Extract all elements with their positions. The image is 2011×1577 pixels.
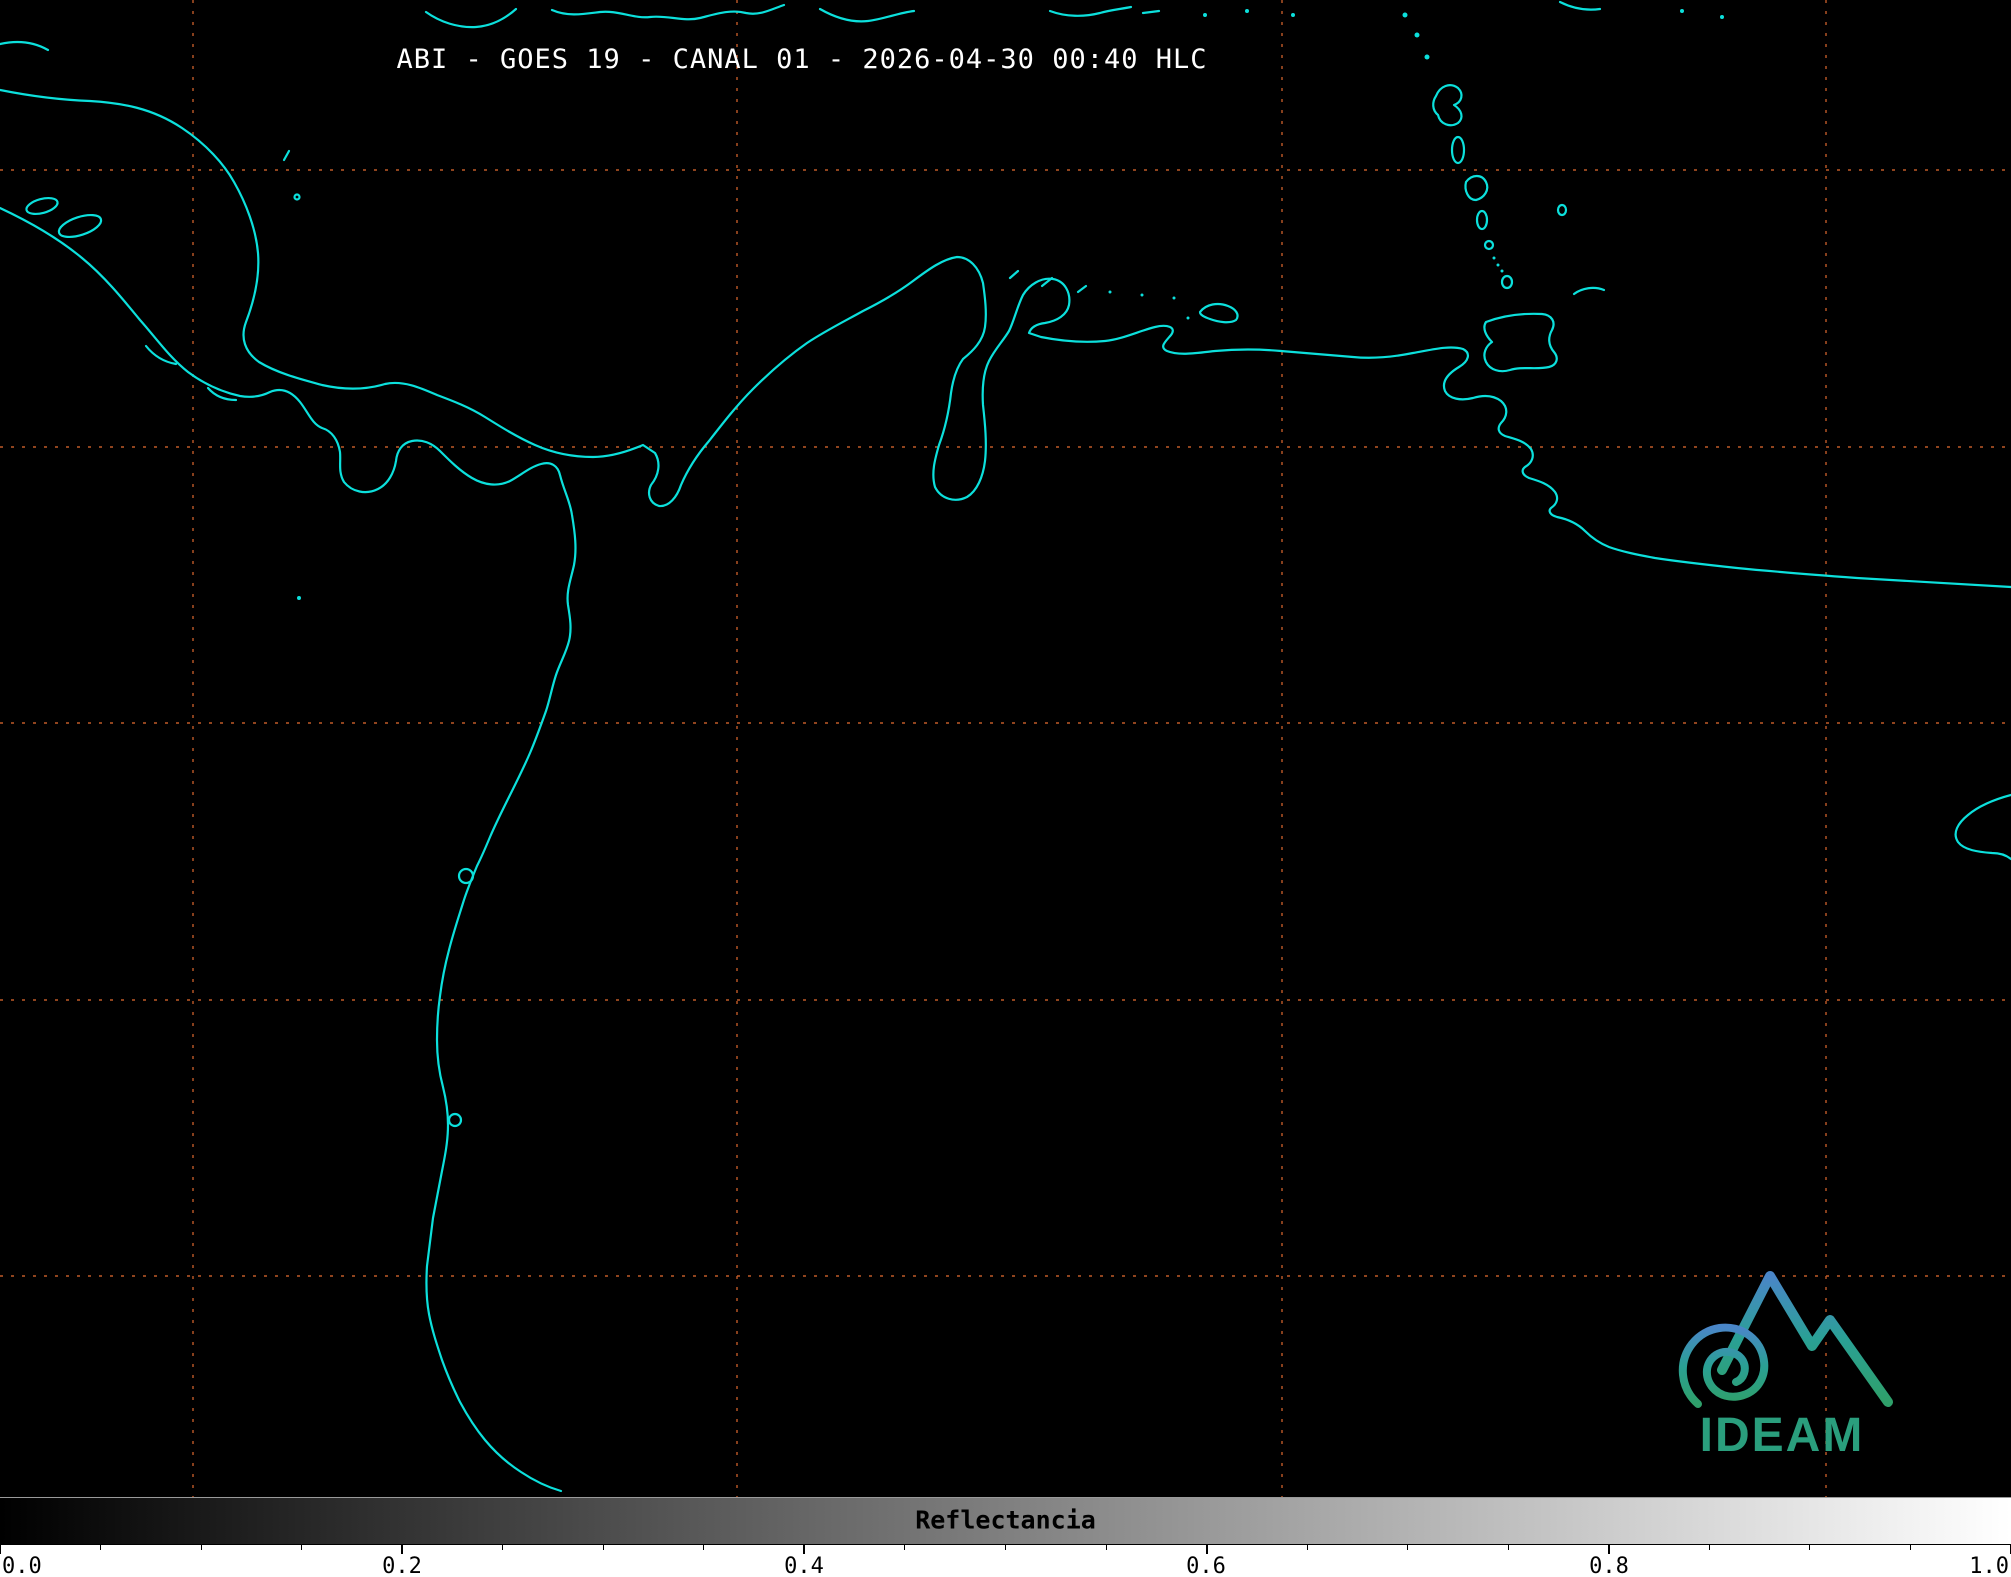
- island-providencia: [293, 193, 301, 201]
- island-grenadines: [1492, 256, 1496, 260]
- coastline-right-edge-fragment: [1954, 793, 2011, 861]
- island-dominica: [1450, 135, 1466, 165]
- colorbar-major-tick: [401, 1545, 404, 1554]
- island-barbados: [1556, 203, 1568, 217]
- island-tobago: [1572, 286, 1606, 296]
- reflectance-colorbar: Reflectancia: [0, 1497, 2011, 1545]
- colorbar-label: Reflectancia: [915, 1505, 1096, 1535]
- island-margarita: [1198, 302, 1239, 324]
- island-st-vincent: [1483, 239, 1495, 251]
- island-grenada: [1500, 274, 1514, 290]
- island-aruba: [1008, 269, 1020, 280]
- island-vieques: [1141, 9, 1161, 15]
- colorbar-major-tick: [0, 1545, 1, 1554]
- colorbar-major-tick: [1205, 1545, 1208, 1554]
- small-island: [1414, 32, 1420, 38]
- image-title: ABI - GOES 19 - CANAL 01 - 2026-04-30 00…: [396, 44, 1208, 75]
- island-hispaniola-west: [550, 3, 786, 21]
- colorbar-minor-tick: [1407, 1545, 1409, 1550]
- small-island: [1203, 13, 1207, 17]
- colorbar-major-tick: [803, 1545, 806, 1554]
- colorbar-minor-tick: [602, 1545, 604, 1550]
- island-top-right-fragment: [1558, 0, 1602, 11]
- ideam-logo-art: [1678, 1271, 1893, 1408]
- island-guadeloupe: [1432, 84, 1463, 127]
- coastline-pacific: [0, 206, 577, 1493]
- island-san-andres: [282, 149, 291, 162]
- colorbar-minor-tick: [200, 1545, 202, 1550]
- coastline-honduras-fragment: [0, 40, 50, 52]
- island-coche: [1186, 316, 1190, 320]
- small-island: [1424, 54, 1430, 60]
- island-st-lucia: [1475, 209, 1489, 231]
- small-island: [1291, 13, 1295, 17]
- colorbar-tick-label: 0.2: [382, 1554, 422, 1577]
- island-los-roques: [1108, 290, 1112, 294]
- colorbar-minor-tick: [703, 1545, 705, 1550]
- colorbar-axis: 0.0 0.2 0.4 0.6 0.8 1.0: [0, 1545, 2011, 1577]
- satellite-map: ABI - GOES 19 - CANAL 01 - 2026-04-30 00…: [0, 0, 2011, 1497]
- island-bonaire: [1076, 284, 1088, 294]
- ideam-logo: IDEAM: [1664, 1250, 1900, 1460]
- island-grenadines: [1500, 269, 1504, 273]
- satellite-image-figure: ABI - GOES 19 - CANAL 01 - 2026-04-30 00…: [0, 0, 2011, 1577]
- colorbar-minor-tick: [301, 1545, 303, 1550]
- island-los-roques: [1172, 296, 1176, 300]
- island-martinique: [1464, 174, 1489, 202]
- pacific-bay-island: [447, 1112, 463, 1128]
- island-grenadines: [1496, 263, 1500, 267]
- colorbar-tick-label: 0.0: [2, 1554, 42, 1577]
- colorbar-minor-tick: [1005, 1545, 1006, 1550]
- small-island: [1245, 9, 1249, 13]
- ideam-logo-text: IDEAM: [1699, 1409, 1865, 1462]
- island-malpelo: [297, 596, 301, 600]
- colorbar-major-tick: [1607, 1545, 1610, 1554]
- small-island: [1402, 12, 1408, 18]
- island-puerto-rico: [1048, 5, 1133, 17]
- island-hispaniola-east: [818, 7, 916, 23]
- colorbar-tick-label: 0.6: [1186, 1554, 1226, 1577]
- colorbar-tick-label: 1.0: [1969, 1554, 2009, 1577]
- colorbar-minor-tick: [1306, 1545, 1308, 1550]
- small-island: [1720, 15, 1724, 19]
- colorbar-minor-tick: [502, 1545, 504, 1550]
- mountain-icon: [1717, 1271, 1893, 1407]
- colorbar-tick-label: 0.4: [784, 1554, 824, 1577]
- lake-nicaragua: [57, 213, 103, 239]
- island-jamaica: [424, 7, 518, 29]
- coastline-caribbean-south-america: [0, 88, 2011, 589]
- colorbar-minor-tick: [100, 1545, 102, 1550]
- island-los-roques: [1140, 293, 1144, 297]
- colorbar-minor-tick: [1909, 1545, 1911, 1550]
- small-island: [1680, 9, 1684, 13]
- island-trinidad: [1483, 312, 1558, 373]
- colorbar-tick-label: 0.8: [1589, 1554, 1629, 1577]
- colorbar-minor-tick: [1105, 1545, 1107, 1550]
- colorbar-minor-tick: [1507, 1545, 1509, 1550]
- colorbar-minor-tick: [1708, 1545, 1710, 1550]
- colorbar-minor-tick: [1809, 1545, 1811, 1550]
- pacific-bay-island: [457, 867, 475, 885]
- lake-managua: [25, 196, 59, 216]
- colorbar-minor-tick: [904, 1545, 906, 1550]
